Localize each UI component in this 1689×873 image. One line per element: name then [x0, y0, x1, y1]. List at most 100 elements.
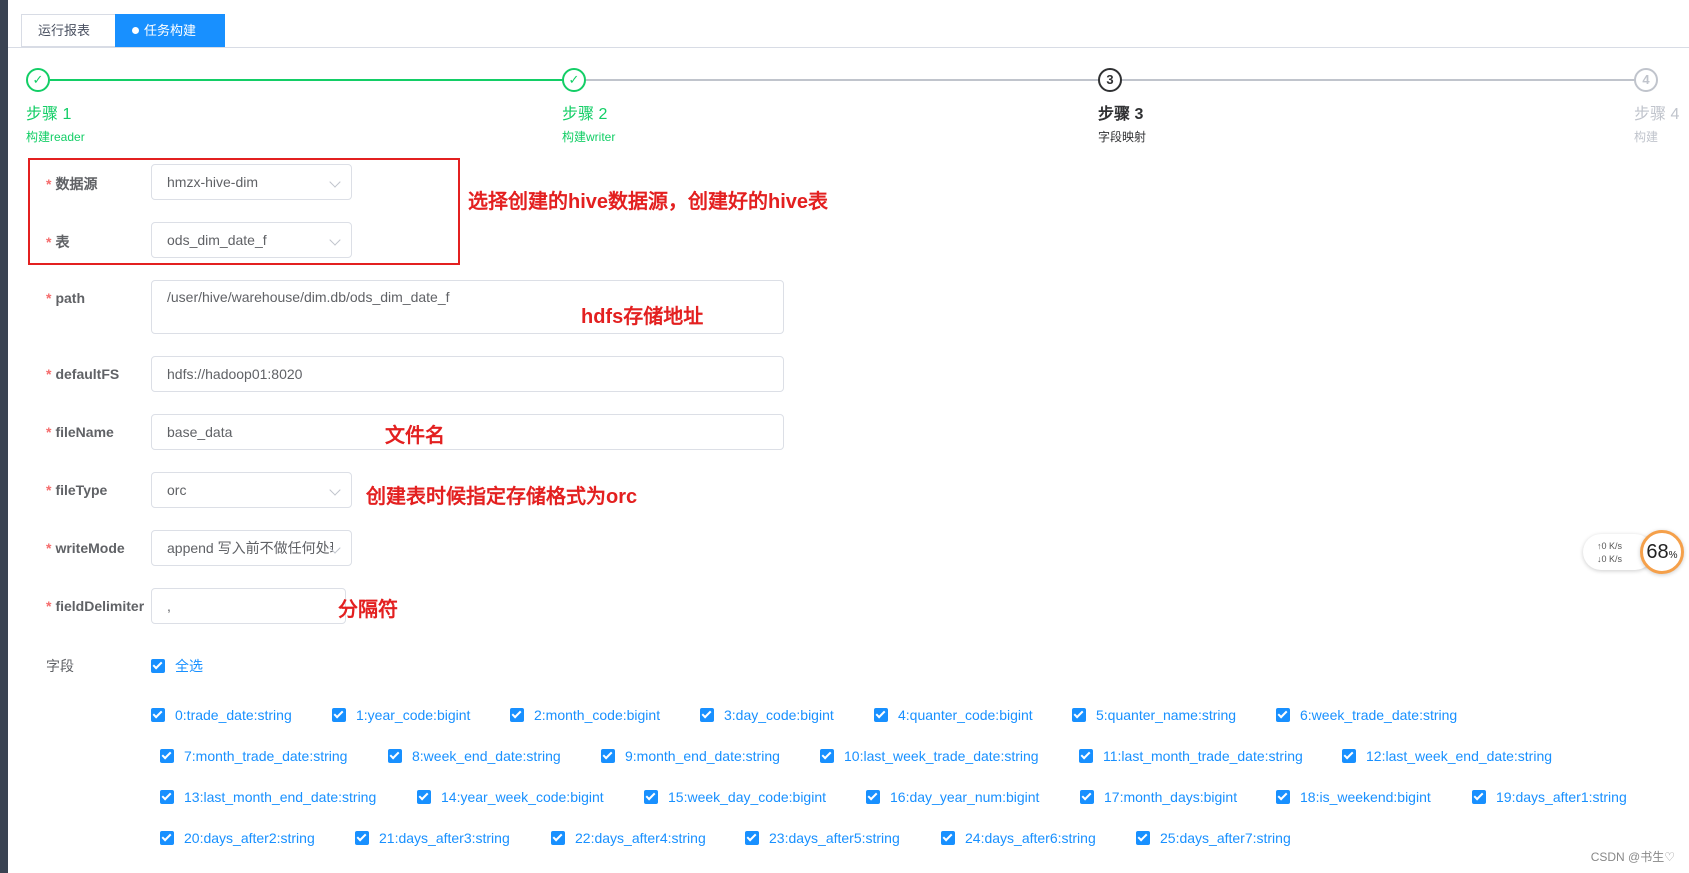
filename-annotation: 文件名 — [385, 425, 445, 447]
field-checkbox[interactable]: 0:trade_date:string — [151, 707, 292, 723]
field-checkbox[interactable]: 12:last_week_end_date:string — [1342, 748, 1552, 764]
fielddelimiter-label: * fieldDelimiter — [46, 598, 145, 614]
checkbox-checked-icon — [151, 659, 165, 673]
check-icon: ✓ — [562, 68, 586, 92]
field-checkbox[interactable]: 16:day_year_num:bigint — [866, 789, 1039, 805]
filetype-label: * fileType — [46, 482, 108, 498]
datasource-select[interactable]: hmzx-hive-dim — [151, 164, 352, 200]
filetype-value: orc — [167, 482, 187, 498]
select-all-checkbox[interactable]: 全选 — [151, 656, 203, 676]
step-2-desc: 构建writer — [562, 130, 616, 144]
step-1-title: 步骤 1 — [26, 106, 72, 123]
field-checkbox[interactable]: 15:week_day_code:bigint — [644, 789, 826, 805]
datasource-label: * 数据源 — [46, 176, 98, 192]
checkbox-checked-icon — [332, 708, 346, 722]
checkbox-checked-icon — [151, 708, 165, 722]
writemode-select[interactable]: append 写入前不做任何处理 — [151, 530, 352, 566]
path-label: * path — [46, 290, 86, 306]
datasource-value: hmzx-hive-dim — [167, 174, 259, 190]
network-speed-widget[interactable]: ↑0 K/s ↓0 K/s 68% — [1583, 530, 1689, 576]
step-line-1 — [50, 79, 572, 81]
steps: ✓ 步骤 1 构建reader ✓ 步骤 2 构建writer 3 步骤 3 字… — [0, 0, 1689, 150]
table-select[interactable]: ods_dim_date_f — [151, 222, 352, 258]
step-2-title: 步骤 2 — [562, 106, 608, 123]
field-checkbox[interactable]: 22:days_after4:string — [551, 830, 706, 846]
filename-input[interactable]: base_data — [151, 414, 784, 450]
checkbox-checked-icon — [866, 790, 880, 804]
checkbox-checked-icon — [1276, 708, 1290, 722]
table-label: * 表 — [46, 234, 70, 250]
field-checkbox[interactable]: 8:week_end_date:string — [388, 748, 561, 764]
checkbox-checked-icon — [1072, 708, 1086, 722]
step-1-desc: 构建reader — [26, 130, 85, 144]
memory-gauge: 68% — [1640, 530, 1684, 574]
fielddelimiter-input[interactable]: , — [151, 588, 346, 624]
field-checkbox[interactable]: 21:days_after3:string — [355, 830, 510, 846]
checkbox-checked-icon — [355, 831, 369, 845]
checkbox-checked-icon — [1136, 831, 1150, 845]
field-checkbox[interactable]: 3:day_code:bigint — [700, 707, 834, 723]
checkbox-checked-icon — [160, 831, 174, 845]
upload-speed: ↑0 K/s — [1597, 541, 1623, 551]
checkbox-checked-icon — [551, 831, 565, 845]
defaultfs-input[interactable]: hdfs://hadoop01:8020 — [151, 356, 784, 392]
writemode-label: * writeMode — [46, 540, 125, 556]
fields-label: 字段 — [46, 658, 74, 674]
field-checkbox[interactable]: 4:quanter_code:bigint — [874, 707, 1033, 723]
step-line-2 — [586, 79, 1108, 81]
watermark: CSDN @书生♡ — [1590, 850, 1675, 864]
field-checkbox[interactable]: 14:year_week_code:bigint — [417, 789, 604, 805]
checkbox-checked-icon — [510, 708, 524, 722]
field-checkbox[interactable]: 25:days_after7:string — [1136, 830, 1291, 846]
field-checkbox[interactable]: 13:last_month_end_date:string — [160, 789, 376, 805]
checkbox-checked-icon — [160, 749, 174, 763]
checkbox-checked-icon — [160, 790, 174, 804]
checkbox-checked-icon — [1079, 749, 1093, 763]
checkbox-checked-icon — [1342, 749, 1356, 763]
checkbox-checked-icon — [1080, 790, 1094, 804]
checkbox-checked-icon — [874, 708, 888, 722]
field-checkbox[interactable]: 24:days_after6:string — [941, 830, 1096, 846]
field-checkbox[interactable]: 20:days_after2:string — [160, 830, 315, 846]
checkbox-checked-icon — [1276, 790, 1290, 804]
step-4-icon: 4 — [1634, 68, 1658, 92]
table-value: ods_dim_date_f — [167, 232, 267, 248]
field-checkbox[interactable]: 10:last_week_trade_date:string — [820, 748, 1039, 764]
field-checkbox[interactable]: 17:month_days:bigint — [1080, 789, 1237, 805]
field-checkbox[interactable]: 1:year_code:bigint — [332, 707, 470, 723]
step-3-icon: 3 — [1098, 68, 1122, 92]
writemode-value: append 写入前不做任何处理 — [167, 540, 333, 556]
checkbox-checked-icon — [388, 749, 402, 763]
path-annotation: hdfs存储地址 — [581, 306, 704, 328]
defaultfs-label: * defaultFS — [46, 366, 120, 382]
checkbox-checked-icon — [820, 749, 834, 763]
field-checkbox[interactable]: 23:days_after5:string — [745, 830, 900, 846]
filetype-select[interactable]: orc — [151, 472, 352, 508]
step-3-title: 步骤 3 — [1098, 106, 1144, 123]
checkbox-checked-icon — [745, 831, 759, 845]
step-3-desc: 字段映射 — [1098, 130, 1147, 144]
field-checkbox[interactable]: 19:days_after1:string — [1472, 789, 1627, 805]
checkbox-checked-icon — [417, 790, 431, 804]
field-checkbox[interactable]: 2:month_code:bigint — [510, 707, 660, 723]
field-checkbox[interactable]: 9:month_end_date:string — [601, 748, 780, 764]
field-checkbox[interactable]: 18:is_weekend:bigint — [1276, 789, 1431, 805]
field-checkbox[interactable]: 6:week_trade_date:string — [1276, 707, 1457, 723]
field-checkbox[interactable]: 11:last_month_trade_date:string — [1079, 748, 1303, 764]
checkbox-checked-icon — [700, 708, 714, 722]
filetype-annotation: 创建表时候指定存储格式为orc — [366, 486, 638, 508]
delimiter-annotation: 分隔符 — [338, 599, 398, 621]
step-4-title: 步骤 4 — [1634, 106, 1680, 123]
step-line-3 — [1122, 79, 1642, 81]
field-checkbox[interactable]: 5:quanter_name:string — [1072, 707, 1236, 723]
checkbox-checked-icon — [601, 749, 615, 763]
checkbox-checked-icon — [644, 790, 658, 804]
datasource-annotation: 选择创建的hive数据源，创建好的hive表 — [468, 191, 829, 213]
step-4-desc: 构建 — [1634, 130, 1659, 144]
select-all-label: 全选 — [175, 658, 203, 674]
checkbox-checked-icon — [941, 831, 955, 845]
field-checkbox[interactable]: 7:month_trade_date:string — [160, 748, 347, 764]
download-speed: ↓0 K/s — [1597, 554, 1623, 564]
filename-label: * fileName — [46, 424, 114, 440]
checkbox-checked-icon — [1472, 790, 1486, 804]
